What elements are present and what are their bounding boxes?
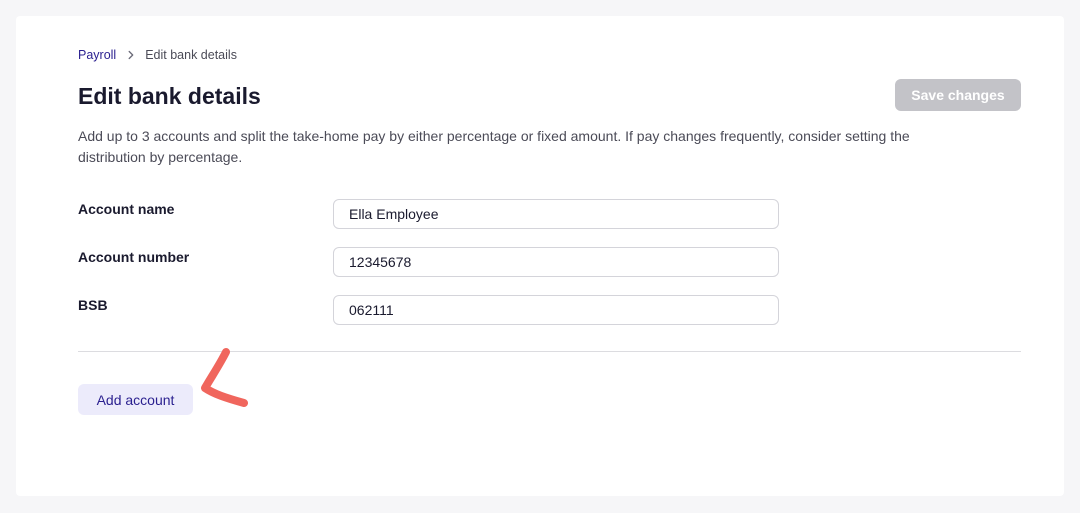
chevron-right-icon <box>126 50 136 60</box>
breadcrumb-current: Edit bank details <box>145 48 237 62</box>
account-name-input[interactable] <box>333 199 779 229</box>
account-number-input[interactable] <box>333 247 779 277</box>
breadcrumb-payroll-link[interactable]: Payroll <box>78 47 116 63</box>
account-name-label: Account name <box>78 201 175 217</box>
page-description: Add up to 3 accounts and split the take-… <box>78 128 910 165</box>
add-account-button[interactable]: Add account <box>78 384 193 415</box>
account-number-label: Account number <box>78 249 190 265</box>
arrow-pointer-icon <box>201 348 248 407</box>
breadcrumb: Payroll Edit bank details <box>78 47 237 63</box>
page-title: Edit bank details <box>78 83 261 109</box>
content-card: Payroll Edit bank details Edit bank deta… <box>16 16 1064 496</box>
bsb-input[interactable] <box>333 295 779 325</box>
bsb-label: BSB <box>78 297 108 313</box>
save-changes-button[interactable]: Save changes <box>895 79 1021 111</box>
